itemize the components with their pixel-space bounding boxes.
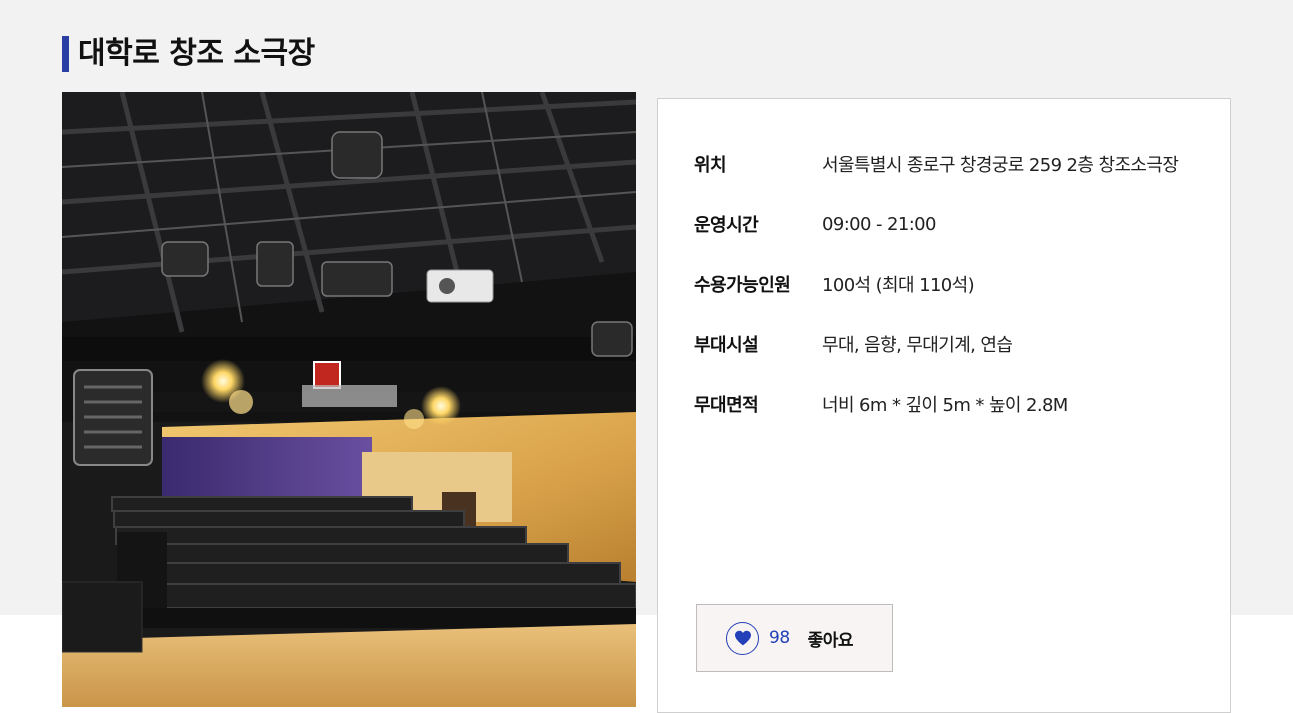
info-value: 너비 6m * 깊이 5m * 높이 2.8M: [822, 395, 1068, 416]
info-row-stage-area: 무대면적 너비 6m * 깊이 5m * 높이 2.8M: [694, 389, 1068, 419]
heart-icon: [726, 621, 759, 655]
info-value: 무대, 음향, 무대기계, 연습: [822, 335, 1013, 356]
info-label: 부대시설: [694, 335, 759, 356]
info-value: 서울특별시 종로구 창경궁로 259 2층 창조소극장: [822, 155, 1179, 176]
info-label: 운영시간: [694, 215, 759, 236]
info-row-hours: 운영시간 09:00 - 21:00: [694, 209, 936, 239]
page-header: 대학로 창조 소극장: [62, 34, 315, 74]
info-row-facilities: 부대시설 무대, 음향, 무대기계, 연습: [694, 329, 1013, 359]
title-accent-bar: [62, 36, 69, 72]
info-row-location: 위치 서울특별시 종로구 창경궁로 259 2층 창조소극장: [694, 149, 1179, 179]
like-count: 98: [769, 628, 790, 648]
page-title: 대학로 창조 소극장: [78, 36, 315, 71]
like-label: 좋아요: [807, 630, 854, 651]
info-label: 무대면적: [694, 395, 759, 416]
info-value: 100석 (최대 110석): [822, 275, 975, 296]
like-button[interactable]: 98 좋아요: [696, 604, 893, 672]
info-value: 09:00 - 21:00: [822, 213, 936, 235]
theater-photo: [62, 92, 636, 707]
info-label: 위치: [694, 155, 727, 176]
info-card: 위치 서울특별시 종로구 창경궁로 259 2층 창조소극장 운영시간 09:0…: [657, 98, 1231, 713]
info-row-capacity: 수용가능인원 100석 (최대 110석): [694, 269, 975, 299]
info-label: 수용가능인원: [694, 275, 791, 296]
